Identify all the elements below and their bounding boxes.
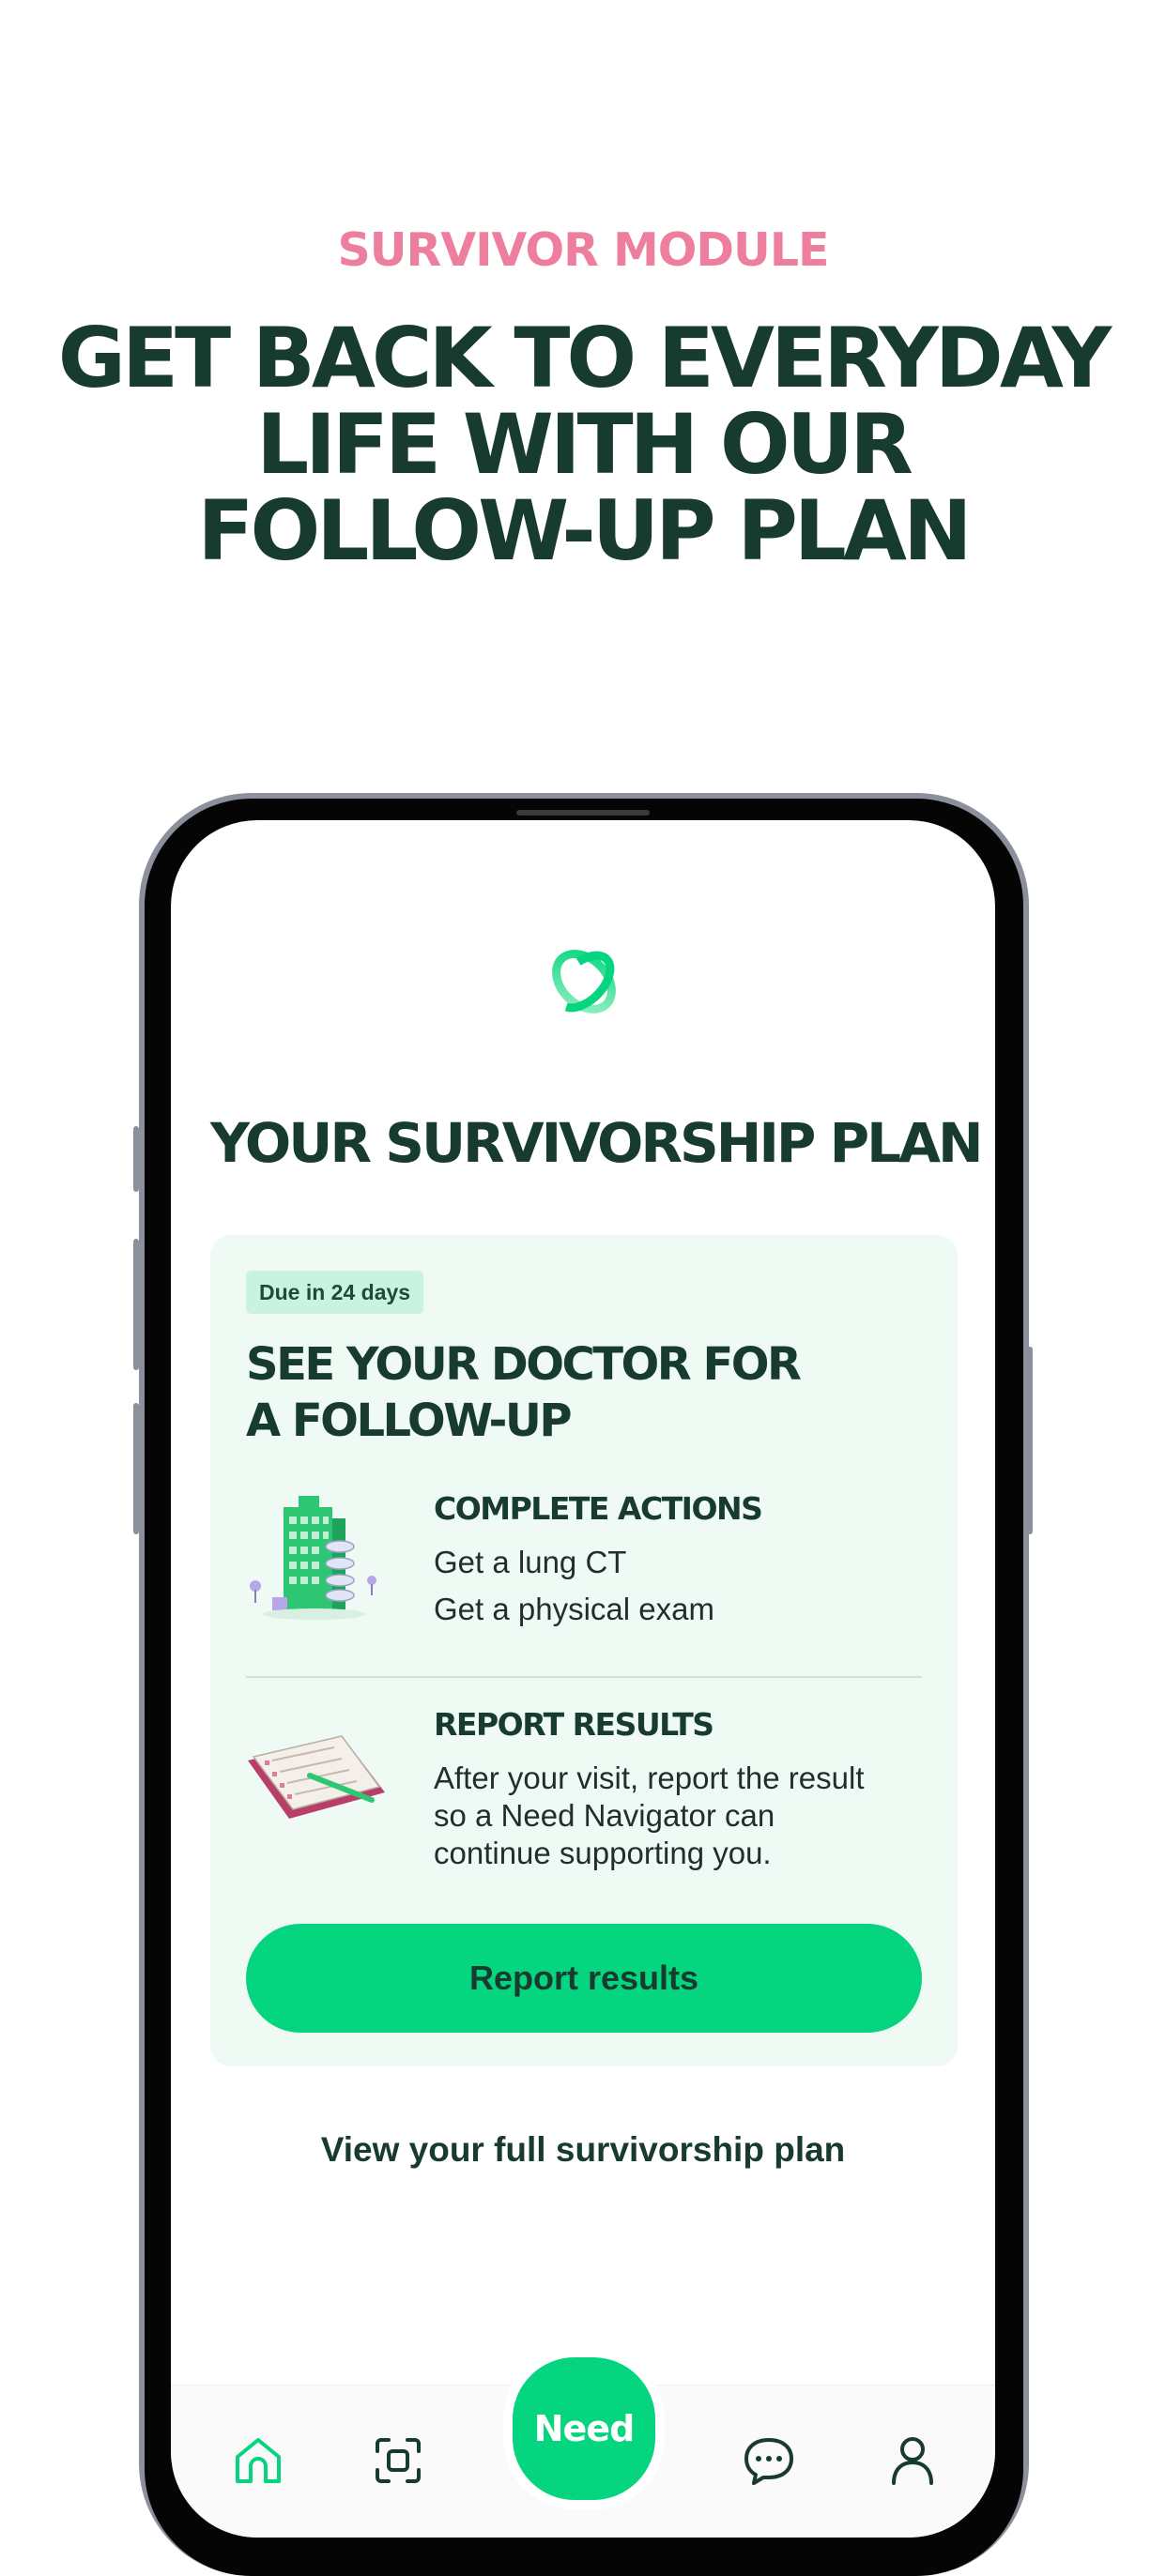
need-logo-icon [552,950,616,1014]
card-title-line: A FOLLOW-UP [246,1395,573,1447]
scan-icon[interactable] [370,2432,426,2489]
report-text-line: continue supporting you. [434,1836,772,1870]
report-text-line: After your visit, report the result [434,1761,865,1795]
headline: GET BACK TO EVERYDAY LIFE WITH OUR FOLLO… [38,315,1128,574]
due-badge: Due in 24 days [246,1271,424,1314]
hospital-building-illustration [250,1496,376,1620]
app-screen: YOUR SURVIVORSHIP PLAN Due in 24 days SE… [171,820,995,2538]
headline-line: LIFE WITH OUR [256,396,913,493]
card-title-line: SEE YOUR DOCTOR FOR [246,1338,802,1391]
phone-side-button [133,1403,139,1534]
card-divider [246,1676,922,1678]
chat-icon[interactable] [741,2432,797,2489]
card-title: SEE YOUR DOCTOR FOR A FOLLOW-UP [246,1336,903,1449]
plan-card: Due in 24 days SEE YOUR DOCTOR FOR A FOL… [210,1235,958,2066]
plan-title: YOUR SURVIVORSHIP PLAN [210,1111,984,1175]
headline-line: GET BACK TO EVERYDAY [57,310,1112,406]
phone-side-button [1027,1347,1033,1534]
report-results-button[interactable]: Report results [246,1924,922,2033]
need-center-button[interactable]: Need [503,2348,665,2509]
view-full-plan-link[interactable]: View your full survivorship plan [171,2130,995,2170]
phone-speaker [516,810,650,815]
action-item: Get a physical exam [434,1592,714,1626]
clipboard-checklist-illustration [248,1735,385,1819]
report-heading: REPORT RESULTS [434,1706,714,1743]
eyebrow: SURVIVOR MODULE [337,223,829,277]
profile-icon[interactable] [884,2432,941,2489]
report-text-line: so a Need Navigator can [434,1798,775,1833]
need-button-label: Need [533,2408,636,2449]
phone-side-button [133,1239,139,1370]
headline-line: FOLLOW-UP PLAN [197,482,972,579]
action-item: Get a lung CT [434,1545,627,1579]
phone-side-button [133,1126,139,1192]
actions-heading: COMPLETE ACTIONS [434,1490,763,1527]
home-icon[interactable] [230,2432,286,2489]
